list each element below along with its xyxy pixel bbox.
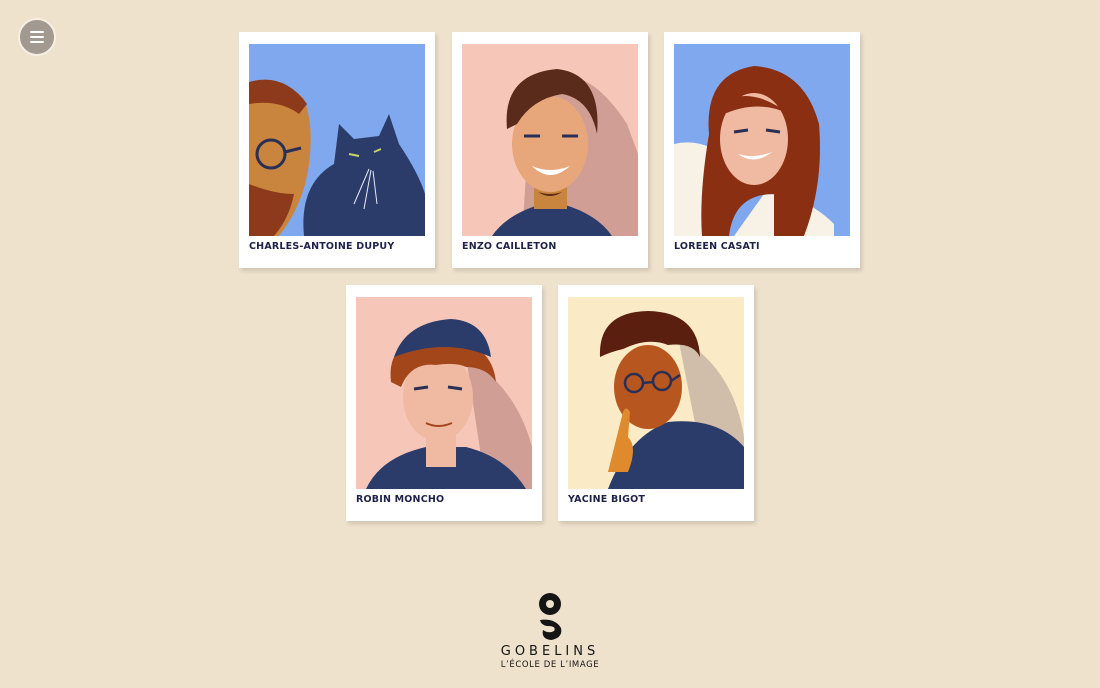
hamburger-menu-icon [30,31,44,33]
gobelins-g-icon [539,593,562,640]
team-card-loreen-casati[interactable]: LOREEN CASATI [664,32,860,268]
portrait-illustration [356,297,532,489]
logo-tagline: L’ÉCOLE DE L’IMAGE [500,660,600,670]
team-card-robin-moncho[interactable]: ROBIN MONCHO [346,285,542,521]
team-member-name: ENZO CAILLETON [462,241,557,252]
gobelins-logo[interactable]: GOBELINS L’ÉCOLE DE L’IMAGE [480,590,620,670]
team-card-enzo-cailleton[interactable]: ENZO CAILLETON [452,32,648,268]
team-card-yacine-bigot[interactable]: YACINE BIGOT [558,285,754,521]
portrait-illustration [674,44,850,236]
team-member-name: YACINE BIGOT [568,494,646,505]
team-card-charles-antoine-dupuy[interactable]: CHARLES-ANTOINE DUPUY [239,32,435,268]
portrait-illustration [568,297,744,489]
team-member-name: ROBIN MONCHO [356,494,445,505]
portrait-illustration [249,44,425,236]
hamburger-menu-icon-bar [30,36,44,38]
team-member-name: LOREEN CASATI [674,241,760,252]
menu-button[interactable] [18,18,56,56]
team-member-name: CHARLES-ANTOINE DUPUY [249,241,395,252]
logo-wordmark: GOBELINS [500,644,600,659]
hamburger-menu-icon-bar [30,41,44,43]
portrait-illustration [462,44,638,236]
